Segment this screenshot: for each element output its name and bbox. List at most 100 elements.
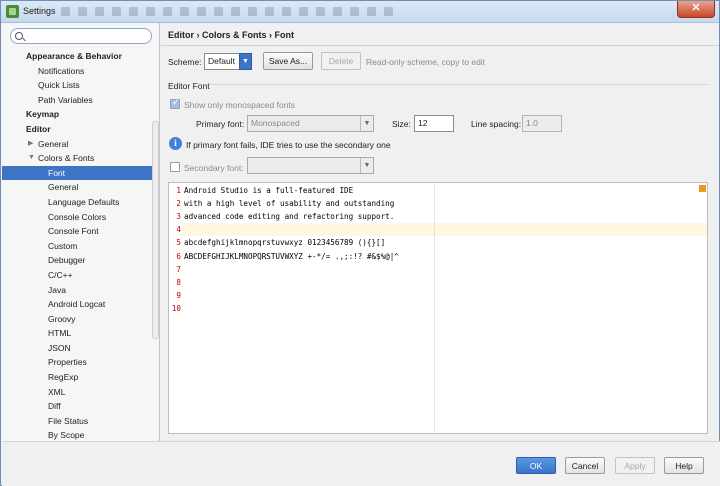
sidebar-item-colors-fonts[interactable]: ▼ Colors & Fonts [2,151,152,166]
error-stripe-marker[interactable] [699,185,706,192]
sidebar-item-diff[interactable]: Diff [2,399,152,414]
scheme-select[interactable]: Default ▼ [204,53,252,70]
sidebar-item-label: Properties [48,357,87,368]
expand-arrow-icon[interactable]: ▼ [28,151,35,166]
secondary-font-label: Secondary font: [184,163,244,173]
line-number: 4 [176,225,181,235]
sidebar-item-editor[interactable]: Editor [2,122,152,137]
chevron-down-icon[interactable]: ▼ [239,53,252,70]
primary-font-label: Primary font: [196,119,245,129]
sidebar-item-java[interactable]: Java [2,283,152,298]
sidebar-item-label: RegExp [48,372,79,383]
right-margin-guide [434,183,435,433]
current-line-highlight [183,223,707,237]
sidebar-item-font[interactable]: Font [2,165,152,181]
line-number: 9 [176,290,181,300]
sidebar-item-keymap[interactable]: Keymap [2,107,152,122]
sidebar-item-groovy[interactable]: Groovy [2,312,152,327]
sidebar-item-notifications[interactable]: Notifications [2,64,152,79]
sidebar-item-appearance-behavior[interactable]: Appearance & Behavior [2,49,152,64]
sidebar-item-label: Keymap [26,109,60,120]
search-box[interactable] [10,28,152,44]
preview-line-text: Android Studio is a full-featured IDE [184,186,354,195]
collapse-arrow-icon[interactable]: ▶ [28,137,33,152]
android-studio-icon [6,5,19,18]
size-input[interactable]: 12 [414,115,454,132]
line-number: 7 [176,264,181,274]
sidebar-item-label: Notifications [38,65,85,76]
sidebar-item-file-status[interactable]: File Status [2,414,152,429]
title-bar: Settings ✕ [1,1,719,23]
line-number: 10 [171,303,181,313]
save-as-button[interactable]: Save As... [263,52,313,70]
settings-window: Settings ✕ Appearance & Behavior Notifica… [0,0,720,486]
sidebar-item-properties[interactable]: Properties [2,355,152,370]
line-spacing-input[interactable]: 1.0 [522,115,562,132]
sidebar-item-label: General [38,138,69,149]
line-number: 5 [176,238,181,248]
sidebar-item-label: Font [48,167,66,178]
sidebar-item-label: Appearance & Behavior [26,51,122,61]
sidebar-item-label: Quick Lists [38,80,80,91]
sidebar-item-android-logcat[interactable]: Android Logcat [2,297,152,312]
primary-font-select[interactable]: Monospaced ▼ [247,115,374,132]
breadcrumb-divider [161,45,719,46]
chevron-down-icon[interactable]: ▼ [360,116,373,131]
line-number: 3 [176,212,181,222]
sidebar-item-quick-lists[interactable]: Quick Lists [2,78,152,93]
primary-font-value: Monospaced [251,118,300,128]
sidebar-scrollbar[interactable] [152,121,159,339]
sidebar-item-label: File Status [48,415,89,426]
font-settings-panel: Editor › Colors & Fonts › Font Scheme: D… [161,23,719,441]
delete-button[interactable]: Delete [321,52,361,70]
sidebar-item-label: XML [48,386,66,397]
preview-line-text: abcdefghijklmnopqrstuvwxyz 0123456789 ()… [184,238,386,248]
sidebar-item-label: C/C++ [48,269,73,280]
show-monospaced-checkbox[interactable] [170,97,180,109]
sidebar-item-label: Console Colors [48,211,107,222]
close-button[interactable]: ✕ [677,1,715,18]
sidebar-item-general[interactable]: General [2,180,152,195]
sidebar-item-debugger[interactable]: Debugger [2,253,152,268]
sidebar-item-regexp[interactable]: RegExp [2,370,152,385]
cancel-button[interactable]: Cancel [565,457,605,474]
sidebar-item-label: General [48,182,79,193]
sidebar-item-custom[interactable]: Custom [2,239,152,254]
sidebar-item-label: Debugger [48,255,86,266]
preview-line-text: advanced code editing and refactoring su… [184,212,395,222]
line-spacing-label: Line spacing: [471,119,522,129]
secondary-font-checkbox[interactable] [170,162,180,172]
sidebar-item-label: Java [48,284,66,295]
font-preview-editor[interactable]: 1 Android Studio is a full-featured IDE 2 w… [168,182,708,434]
chevron-down-icon[interactable]: ▼ [360,158,373,173]
search-input[interactable] [27,30,147,42]
sidebar-item-c-c[interactable]: C/C++ [2,268,152,283]
sidebar-item-label: Colors & Fonts [38,153,95,164]
info-icon: i [169,137,182,150]
scheme-hint: Read-only scheme, copy to edit [366,57,486,67]
sidebar-item-label: Console Font [48,226,99,237]
sidebar-item-console-font[interactable]: Console Font [2,224,152,239]
settings-sidebar: Appearance & Behavior Notifications Quick … [2,23,160,441]
background-toolbar [61,7,481,17]
apply-button[interactable]: Apply [615,457,655,474]
sidebar-item-label: Editor [26,123,51,134]
sidebar-item-json[interactable]: JSON [2,341,152,356]
search-icon [15,32,23,40]
sidebar-item-language-defaults[interactable]: Language Defaults [2,195,152,210]
sidebar-item-label: Diff [48,401,61,412]
line-number: 2 [176,199,181,209]
help-button[interactable]: Help [664,457,704,474]
breadcrumb: Editor › Colors & Fonts › Font [168,30,294,40]
show-monospaced-label: Show only monospaced fonts [184,100,296,110]
sidebar-item-html[interactable]: HTML [2,326,152,341]
ok-button[interactable]: OK [516,457,556,474]
sidebar-item-label: Language Defaults [48,196,120,207]
sidebar-item-general[interactable]: ▶ General [2,137,152,152]
dialog-footer: OK Cancel Apply Help [2,441,720,486]
scheme-label: Scheme: [168,57,202,67]
secondary-font-select[interactable]: ▼ [247,157,374,174]
sidebar-item-console-colors[interactable]: Console Colors [2,210,152,225]
sidebar-item-path-variables[interactable]: Path Variables [2,93,152,108]
sidebar-item-xml[interactable]: XML [2,385,152,400]
